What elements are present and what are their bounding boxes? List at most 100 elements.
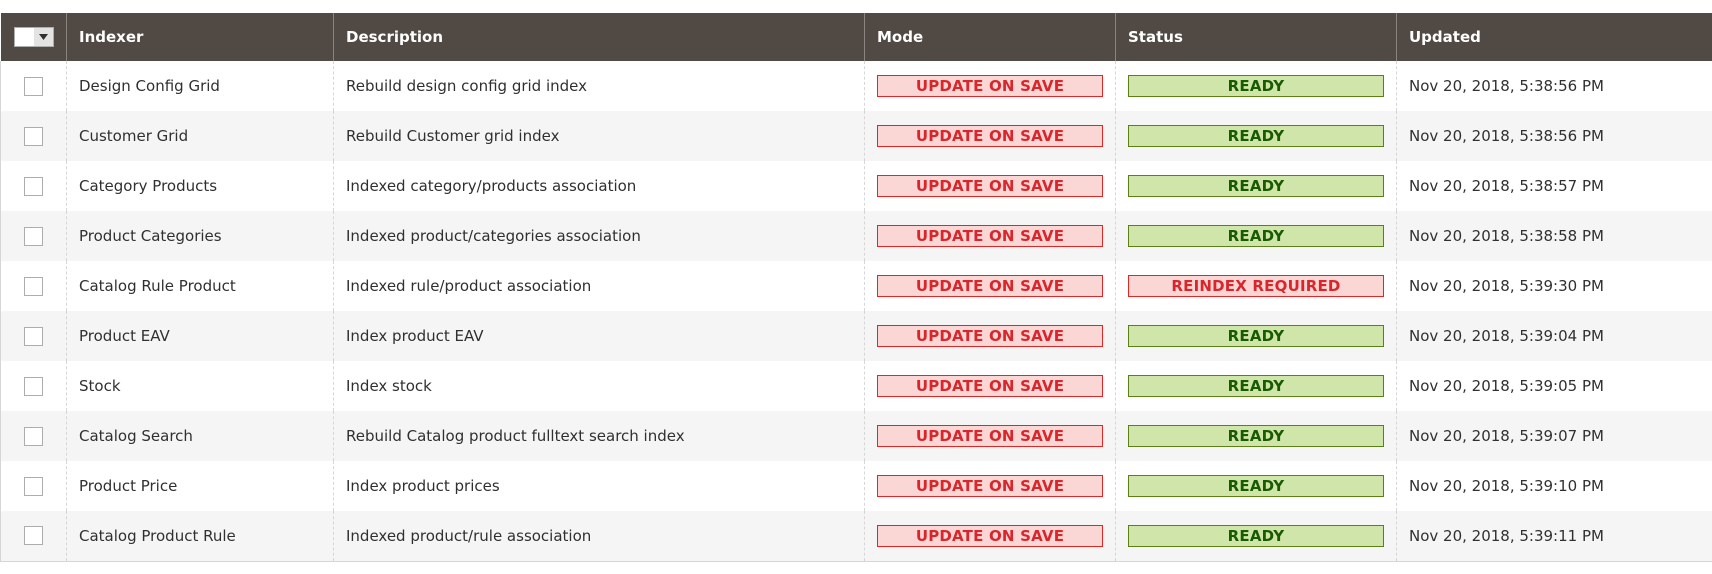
row-select-cell bbox=[0, 361, 67, 411]
updated-timestamp: Nov 20, 2018, 5:39:11 PM bbox=[1396, 511, 1712, 562]
indexer-name: Catalog Rule Product bbox=[66, 261, 334, 311]
mode-badge: UPDATE ON SAVE bbox=[877, 325, 1103, 347]
mode-cell: UPDATE ON SAVE bbox=[864, 311, 1116, 361]
table-row: Product Price Index product prices UPDAT… bbox=[0, 461, 1712, 511]
updated-timestamp: Nov 20, 2018, 5:39:05 PM bbox=[1396, 361, 1712, 411]
indexer-name: Product Price bbox=[66, 461, 334, 511]
updated-timestamp: Nov 20, 2018, 5:38:57 PM bbox=[1396, 161, 1712, 211]
mode-cell: UPDATE ON SAVE bbox=[864, 511, 1116, 562]
mode-cell: UPDATE ON SAVE bbox=[864, 211, 1116, 261]
indexer-description: Indexed product/categories association bbox=[333, 211, 865, 261]
updated-timestamp: Nov 20, 2018, 5:39:07 PM bbox=[1396, 411, 1712, 461]
column-header-indexer[interactable]: Indexer bbox=[66, 13, 334, 61]
row-select-cell bbox=[0, 411, 67, 461]
column-header-updated[interactable]: Updated bbox=[1396, 13, 1712, 61]
indexer-description: Rebuild Catalog product fulltext search … bbox=[333, 411, 865, 461]
mode-badge: UPDATE ON SAVE bbox=[877, 475, 1103, 497]
mass-select-dropdown[interactable] bbox=[13, 27, 54, 47]
mode-cell: UPDATE ON SAVE bbox=[864, 161, 1116, 211]
row-select-cell bbox=[0, 311, 67, 361]
status-cell: READY bbox=[1115, 461, 1397, 511]
table-row: Category Products Indexed category/produ… bbox=[0, 161, 1712, 211]
column-header-description[interactable]: Description bbox=[333, 13, 865, 61]
mode-badge: UPDATE ON SAVE bbox=[877, 125, 1103, 147]
mode-badge: UPDATE ON SAVE bbox=[877, 275, 1103, 297]
updated-timestamp: Nov 20, 2018, 5:38:58 PM bbox=[1396, 211, 1712, 261]
indexer-description: Indexed rule/product association bbox=[333, 261, 865, 311]
row-select-cell bbox=[0, 61, 67, 111]
status-badge: READY bbox=[1128, 75, 1384, 97]
table-row: Product EAV Index product EAV UPDATE ON … bbox=[0, 311, 1712, 361]
indexer-description: Indexed product/rule association bbox=[333, 511, 865, 562]
status-badge: READY bbox=[1128, 524, 1384, 547]
table-row: Customer Grid Rebuild Customer grid inde… bbox=[0, 111, 1712, 161]
updated-timestamp: Nov 20, 2018, 5:38:56 PM bbox=[1396, 111, 1712, 161]
column-header-status[interactable]: Status bbox=[1115, 13, 1397, 61]
status-badge: READY bbox=[1128, 475, 1384, 497]
mode-cell: UPDATE ON SAVE bbox=[864, 461, 1116, 511]
status-badge: READY bbox=[1128, 375, 1384, 397]
status-badge: READY bbox=[1128, 225, 1384, 247]
status-cell: READY bbox=[1115, 311, 1397, 361]
status-badge: REINDEX REQUIRED bbox=[1128, 275, 1384, 297]
indexer-grid: Indexer Description Mode Status Updated … bbox=[0, 13, 1712, 562]
mode-cell: UPDATE ON SAVE bbox=[864, 411, 1116, 461]
column-header-mode[interactable]: Mode bbox=[864, 13, 1116, 61]
mode-cell: UPDATE ON SAVE bbox=[864, 361, 1116, 411]
updated-timestamp: Nov 20, 2018, 5:39:04 PM bbox=[1396, 311, 1712, 361]
row-select-cell bbox=[0, 211, 67, 261]
indexer-name: Product Categories bbox=[66, 211, 334, 261]
updated-timestamp: Nov 20, 2018, 5:39:10 PM bbox=[1396, 461, 1712, 511]
mode-badge: UPDATE ON SAVE bbox=[877, 75, 1103, 97]
table-header-row: Indexer Description Mode Status Updated bbox=[0, 13, 1712, 61]
table-row: Stock Index stock UPDATE ON SAVE READY N… bbox=[0, 361, 1712, 411]
row-checkbox[interactable] bbox=[24, 126, 43, 146]
row-checkbox[interactable] bbox=[24, 176, 43, 196]
indexer-name: Catalog Search bbox=[66, 411, 334, 461]
chevron-down-icon[interactable] bbox=[33, 28, 53, 46]
indexer-table: Indexer Description Mode Status Updated … bbox=[0, 13, 1712, 562]
indexer-description: Index product prices bbox=[333, 461, 865, 511]
row-select-cell bbox=[0, 111, 67, 161]
indexer-name: Customer Grid bbox=[66, 111, 334, 161]
status-cell: READY bbox=[1115, 111, 1397, 161]
mode-badge: UPDATE ON SAVE bbox=[877, 524, 1103, 547]
mass-select-checkbox[interactable] bbox=[14, 28, 34, 46]
row-checkbox[interactable] bbox=[24, 476, 43, 496]
indexer-name: Stock bbox=[66, 361, 334, 411]
row-checkbox[interactable] bbox=[24, 426, 43, 446]
row-checkbox[interactable] bbox=[24, 526, 43, 546]
row-select-cell bbox=[0, 261, 67, 311]
table-row: Catalog Rule Product Indexed rule/produc… bbox=[0, 261, 1712, 311]
row-select-cell bbox=[0, 511, 67, 562]
status-badge: READY bbox=[1128, 125, 1384, 147]
table-row: Design Config Grid Rebuild design config… bbox=[0, 61, 1712, 111]
indexer-description: Rebuild Customer grid index bbox=[333, 111, 865, 161]
row-checkbox[interactable] bbox=[24, 226, 43, 246]
row-checkbox[interactable] bbox=[24, 76, 43, 96]
row-checkbox[interactable] bbox=[24, 276, 43, 296]
indexer-name: Product EAV bbox=[66, 311, 334, 361]
updated-timestamp: Nov 20, 2018, 5:39:30 PM bbox=[1396, 261, 1712, 311]
updated-timestamp: Nov 20, 2018, 5:38:56 PM bbox=[1396, 61, 1712, 111]
mass-select-header bbox=[0, 13, 67, 61]
indexer-name: Category Products bbox=[66, 161, 334, 211]
status-badge: READY bbox=[1128, 425, 1384, 447]
table-body: Design Config Grid Rebuild design config… bbox=[0, 61, 1712, 562]
status-cell: READY bbox=[1115, 61, 1397, 111]
status-cell: READY bbox=[1115, 361, 1397, 411]
indexer-name: Design Config Grid bbox=[66, 61, 334, 111]
status-cell: READY bbox=[1115, 511, 1397, 562]
table-row: Catalog Search Rebuild Catalog product f… bbox=[0, 411, 1712, 461]
row-checkbox[interactable] bbox=[24, 326, 43, 346]
status-cell: REINDEX REQUIRED bbox=[1115, 261, 1397, 311]
row-select-cell bbox=[0, 161, 67, 211]
mode-cell: UPDATE ON SAVE bbox=[864, 111, 1116, 161]
indexer-description: Indexed category/products association bbox=[333, 161, 865, 211]
status-badge: READY bbox=[1128, 175, 1384, 197]
mode-cell: UPDATE ON SAVE bbox=[864, 61, 1116, 111]
table-row: Product Categories Indexed product/categ… bbox=[0, 211, 1712, 261]
row-checkbox[interactable] bbox=[24, 376, 43, 396]
mode-badge: UPDATE ON SAVE bbox=[877, 375, 1103, 397]
status-cell: READY bbox=[1115, 211, 1397, 261]
